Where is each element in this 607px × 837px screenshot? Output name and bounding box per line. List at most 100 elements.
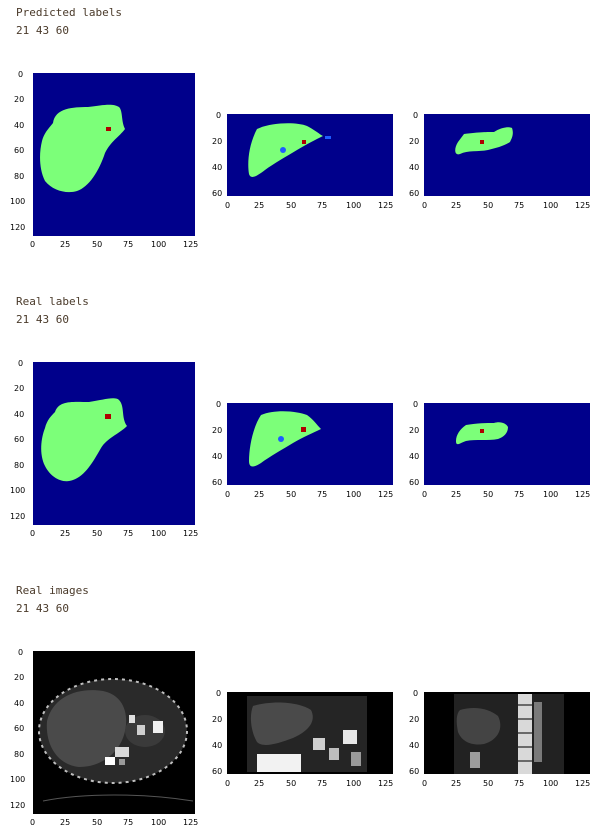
y-tick: 60 — [14, 435, 25, 444]
liver-region — [455, 127, 513, 155]
x-tick: 50 — [92, 529, 103, 538]
y-tick: 80 — [14, 461, 25, 470]
section-coords-real-images: 21 43 60 — [16, 602, 69, 615]
x-tick: 100 — [346, 201, 362, 210]
section-title-real-images: Real images — [16, 584, 89, 597]
y-tick: 20 — [14, 95, 25, 104]
y-tick: 0 — [216, 400, 222, 409]
x-tick: 100 — [151, 529, 167, 538]
y-tick: 80 — [14, 172, 25, 181]
x-tick: 125 — [183, 240, 199, 249]
y-tick: 0 — [216, 111, 222, 120]
liver-region — [249, 411, 321, 467]
x-tick: 75 — [123, 818, 134, 827]
x-tick: 125 — [575, 490, 591, 499]
y-tick: 80 — [14, 750, 25, 759]
y-tick: 100 — [10, 775, 26, 784]
x-tick: 50 — [286, 201, 297, 210]
notebook-output: { "sections": [ {"title": "Predicted lab… — [0, 0, 607, 837]
y-tick: 20 — [212, 137, 223, 146]
x-tick: 25 — [60, 818, 71, 827]
x-tick: 75 — [123, 529, 134, 538]
x-tick: 25 — [60, 529, 71, 538]
y-tick: 60 — [409, 189, 420, 198]
section-coords-predicted: 21 43 60 — [16, 24, 69, 37]
y-tick: 0 — [18, 648, 24, 657]
tumor-region — [106, 127, 111, 131]
vessel-region — [325, 136, 331, 139]
real-axial-image — [33, 362, 195, 525]
x-tick: 0 — [422, 779, 428, 788]
x-tick: 0 — [30, 818, 36, 827]
y-tick: 20 — [14, 384, 25, 393]
x-tick: 25 — [451, 201, 462, 210]
x-tick: 25 — [254, 779, 265, 788]
x-tick: 0 — [30, 529, 36, 538]
x-tick: 50 — [286, 779, 297, 788]
y-tick: 40 — [14, 699, 25, 708]
x-tick: 125 — [378, 779, 394, 788]
x-tick: 25 — [451, 779, 462, 788]
x-tick: 100 — [346, 779, 362, 788]
y-tick: 20 — [14, 673, 25, 682]
y-tick: 0 — [413, 689, 419, 698]
liver-region — [456, 422, 508, 445]
y-tick: 100 — [10, 197, 26, 206]
x-tick: 75 — [317, 490, 328, 499]
x-tick: 25 — [60, 240, 71, 249]
y-tick: 60 — [14, 724, 25, 733]
y-tick: 120 — [10, 223, 26, 232]
y-tick: 40 — [212, 741, 223, 750]
x-tick: 125 — [378, 201, 394, 210]
y-tick: 20 — [212, 426, 223, 435]
y-tick: 100 — [10, 486, 26, 495]
x-tick: 0 — [225, 779, 231, 788]
y-tick: 40 — [409, 452, 420, 461]
x-tick: 50 — [483, 779, 494, 788]
y-tick: 40 — [212, 163, 223, 172]
x-tick: 125 — [183, 818, 199, 827]
x-tick: 75 — [514, 490, 525, 499]
x-tick: 100 — [151, 818, 167, 827]
y-tick: 40 — [212, 452, 223, 461]
y-tick: 40 — [409, 163, 420, 172]
x-tick: 25 — [451, 490, 462, 499]
y-tick: 60 — [409, 478, 420, 487]
x-tick: 0 — [422, 490, 428, 499]
x-tick: 0 — [225, 490, 231, 499]
x-tick: 75 — [317, 779, 328, 788]
y-tick: 60 — [212, 478, 223, 487]
predicted-coronal-image — [227, 114, 393, 196]
liver-region — [41, 398, 127, 482]
ct-axial-image — [33, 651, 195, 814]
y-tick: 60 — [212, 767, 223, 776]
predicted-axial-image — [33, 73, 195, 236]
x-tick: 50 — [286, 490, 297, 499]
x-tick: 75 — [514, 201, 525, 210]
x-tick: 0 — [225, 201, 231, 210]
x-tick: 25 — [254, 490, 265, 499]
y-tick: 20 — [212, 715, 223, 724]
y-tick: 120 — [10, 512, 26, 521]
y-tick: 40 — [14, 121, 25, 130]
section-title-real-labels: Real labels — [16, 295, 89, 308]
x-tick: 75 — [514, 779, 525, 788]
tumor-region — [105, 414, 111, 419]
y-tick: 40 — [409, 741, 420, 750]
x-tick: 100 — [543, 201, 559, 210]
tumor-region — [480, 429, 484, 433]
y-tick: 0 — [413, 111, 419, 120]
real-coronal-image — [227, 403, 393, 485]
x-tick: 125 — [378, 490, 394, 499]
real-sagittal-image — [424, 403, 590, 485]
y-tick: 60 — [409, 767, 420, 776]
x-tick: 100 — [151, 240, 167, 249]
tumor-region — [302, 140, 306, 144]
x-tick: 50 — [483, 201, 494, 210]
ct-coronal-image — [227, 692, 393, 774]
x-tick: 50 — [92, 240, 103, 249]
x-tick: 125 — [183, 529, 199, 538]
x-tick: 0 — [30, 240, 36, 249]
predicted-sagittal-image — [424, 114, 590, 196]
y-tick: 120 — [10, 801, 26, 810]
